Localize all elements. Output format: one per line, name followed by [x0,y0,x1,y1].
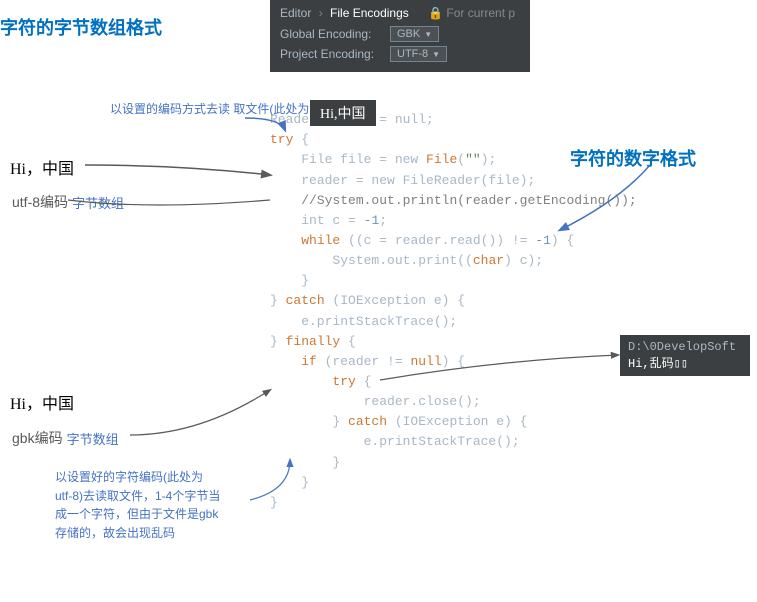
breadcrumb-right: 🔒 For current p [428,6,515,20]
utf8-encoding-label: utf-8编码 [12,192,68,212]
dev-popup: D:\0DevelopSoft Hi,乱码▯▯ [620,335,750,376]
dev-path: D:\0DevelopSoft [628,340,742,354]
hi-popup-text: Hi,中国 [320,107,366,122]
global-encoding-row: Global Encoding: GBK [280,26,520,42]
global-encoding-label: Global Encoding: [280,27,390,41]
global-encoding-dropdown[interactable]: GBK [390,26,439,42]
utf8-encoding-row: utf-8编码 字节数组 [12,192,124,212]
left-top-title: 字符的字节数组格式 [0,14,162,40]
breadcrumb-editor: Editor [280,6,311,20]
left-hi-label: Hi，中国 [10,155,74,179]
breadcrumb-section: File Encodings [330,6,409,20]
dev-garbled: Hi,乱码▯▯ [628,354,742,371]
project-encoding-row: Project Encoding: UTF-8 [280,46,520,62]
project-encoding-label: Project Encoding: [280,47,390,61]
left-bottom-annotation: 以设置好的字符编码(此处为utf-8)去读取文件，1-4个字节当成一个字符，但由… [55,468,220,542]
gbk-encoding-row: gbk编码 字节数组 [12,428,119,448]
left-bottom-hi-label: Hi，中国 [10,390,74,414]
project-encoding-dropdown[interactable]: UTF-8 [390,46,447,62]
hi-popup: Hi,中国 [310,100,376,126]
breadcrumb-arrow: › [319,6,323,20]
breadcrumb: Editor › File Encodings 🔒 For current p [280,6,520,20]
left-top-annotation: 以设置的编码方式去读 取文件(此处为utf-8) [110,100,337,118]
right-top-title: 字符的数字格式 [570,145,696,171]
gbk-byte-array-label: 字节数组 [67,429,119,448]
utf8-byte-array-label: 字节数组 [72,193,124,212]
editor-panel: Editor › File Encodings 🔒 For current p … [270,0,530,72]
gbk-encoding-label: gbk编码 [12,428,63,448]
